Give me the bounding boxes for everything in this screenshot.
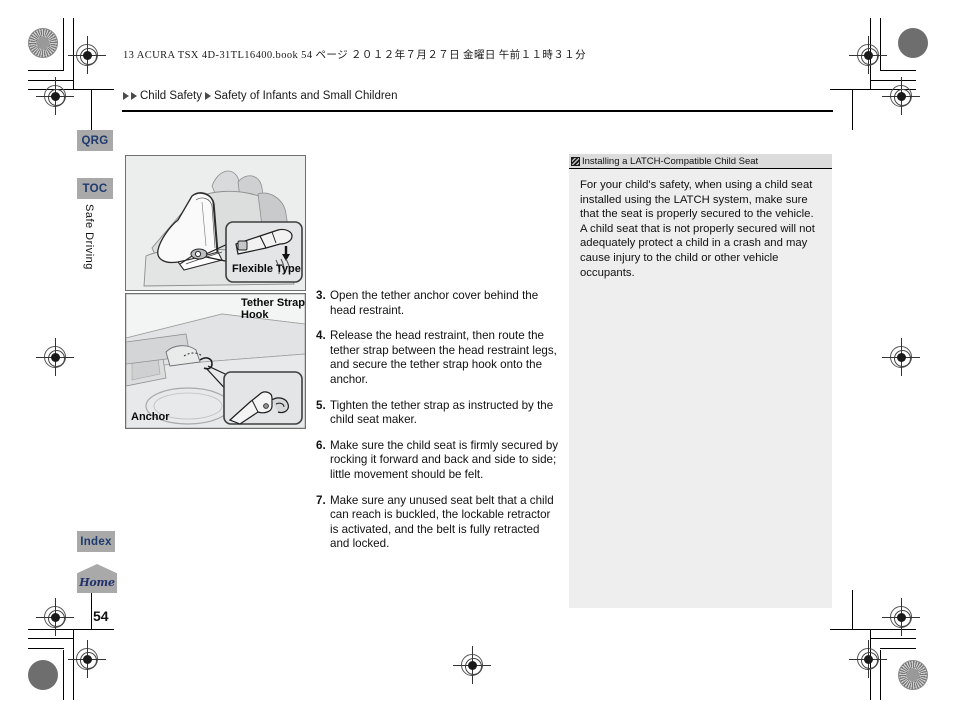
density-patch-halftone-bottom-right xyxy=(898,660,928,690)
sidebar-button-qrg[interactable]: QRG xyxy=(77,130,113,151)
crop-mark-bottom-right-h2 xyxy=(870,638,916,639)
breadcrumb-arrow-icon xyxy=(131,92,137,100)
info-panel-header: Installing a LATCH-Compatible Child Seat xyxy=(569,154,832,169)
crop-mark-top-left-h1 xyxy=(28,70,64,71)
instruction-steps-list: 3. Open the tether anchor cover behind t… xyxy=(316,289,559,563)
registration-target-left-mid xyxy=(36,338,74,376)
crop-mark-bottom-right-v1 xyxy=(880,650,881,700)
figure-2-caption-anchor: Anchor xyxy=(131,411,170,423)
step-number: 6. xyxy=(316,438,326,452)
crop-mark-right-v3 xyxy=(852,90,853,130)
registration-target-left-upper xyxy=(36,77,74,115)
crop-mark-bottom-left-v1 xyxy=(63,650,64,700)
crop-mark-bottom-right-h3 xyxy=(830,629,916,630)
page-number: 54 xyxy=(93,608,109,624)
crop-mark-right-v4 xyxy=(852,590,853,630)
registration-target-right-upper xyxy=(882,77,920,115)
print-header-line: 13 ACURA TSX 4D-31TL16400.book 54 ページ ２０… xyxy=(123,50,586,61)
crop-mark-top-left-h3 xyxy=(28,89,114,90)
info-panel-title: Installing a LATCH-Compatible Child Seat xyxy=(582,155,759,167)
density-patch-solid-top-right xyxy=(898,28,928,58)
step-text: Open the tether anchor cover behind the … xyxy=(330,289,539,317)
home-button-label: Home xyxy=(79,576,115,589)
crop-mark-top-right-h2 xyxy=(870,80,916,81)
sidebar-button-home[interactable]: Home xyxy=(77,564,117,593)
registration-target-right-lower xyxy=(882,598,920,636)
breadcrumb-arrow-icon xyxy=(123,92,129,100)
crop-mark-left-v4 xyxy=(91,590,92,630)
crop-mark-top-left-v1 xyxy=(63,18,64,71)
sidebar-button-toc[interactable]: TOC xyxy=(77,178,113,199)
list-item: 6. Make sure the child seat is firmly se… xyxy=(316,439,559,483)
breadcrumb-level-1[interactable]: Child Safety xyxy=(140,90,202,102)
list-item: 4. Release the head restraint, then rout… xyxy=(316,329,559,387)
list-item: 7. Make sure any unused seat belt that a… xyxy=(316,494,559,552)
figure-2-caption-tether-strap-hook: Tether Strap Hook xyxy=(241,297,305,321)
step-text: Tighten the tether strap as instructed b… xyxy=(330,398,554,427)
sidebar-section-label: Safe Driving xyxy=(83,204,95,270)
notice-marker-icon xyxy=(571,156,580,166)
breadcrumb: Child Safety Safety of Infants and Small… xyxy=(122,90,399,102)
crop-mark-bottom-left-v2 xyxy=(73,630,74,700)
step-number: 7. xyxy=(316,493,326,507)
list-item: 3. Open the tether anchor cover behind t… xyxy=(316,289,559,318)
crop-mark-top-right-h1 xyxy=(880,70,916,71)
crop-mark-bottom-right-h1 xyxy=(880,648,916,649)
step-text: Make sure any unused seat belt that a ch… xyxy=(330,493,554,551)
registration-target-bottom-left xyxy=(68,640,106,678)
registration-target-bottom-mid xyxy=(453,646,491,684)
registration-target-bottom-right xyxy=(849,640,887,678)
info-panel-body: For your child's safety, when using a ch… xyxy=(580,179,815,279)
density-patch-solid-bottom-left xyxy=(28,660,58,690)
step-text: Release the head restraint, then route t… xyxy=(330,329,557,386)
breadcrumb-arrow-icon xyxy=(205,92,212,100)
step-number: 5. xyxy=(316,398,326,412)
list-item: 5. Tighten the tether strap as instructe… xyxy=(316,399,559,428)
step-text: Make sure the child seat is firmly secur… xyxy=(330,438,559,481)
breadcrumb-level-2[interactable]: Safety of Infants and Small Children xyxy=(214,90,397,102)
header-divider xyxy=(122,110,833,112)
crop-mark-left-v3 xyxy=(91,90,92,130)
registration-target-left-lower xyxy=(36,598,74,636)
crop-mark-top-right-v1 xyxy=(880,18,881,71)
registration-target-right-mid xyxy=(882,338,920,376)
crop-mark-bottom-left-h3 xyxy=(28,629,114,630)
crop-mark-bottom-left-h1 xyxy=(28,648,64,649)
step-number: 3. xyxy=(316,289,326,302)
crop-mark-top-left-h2 xyxy=(28,80,74,81)
registration-target-top-left xyxy=(68,36,106,74)
sidebar-button-index[interactable]: Index xyxy=(77,531,115,552)
figure-1-caption-flexible-type: Flexible Type xyxy=(232,263,301,275)
info-panel-latch-child-seat: Installing a LATCH-Compatible Child Seat… xyxy=(569,154,832,608)
step-number: 4. xyxy=(316,329,326,343)
crop-mark-bottom-left-h2 xyxy=(28,638,74,639)
registration-target-top-right xyxy=(849,36,887,74)
density-patch-halftone xyxy=(28,28,58,58)
